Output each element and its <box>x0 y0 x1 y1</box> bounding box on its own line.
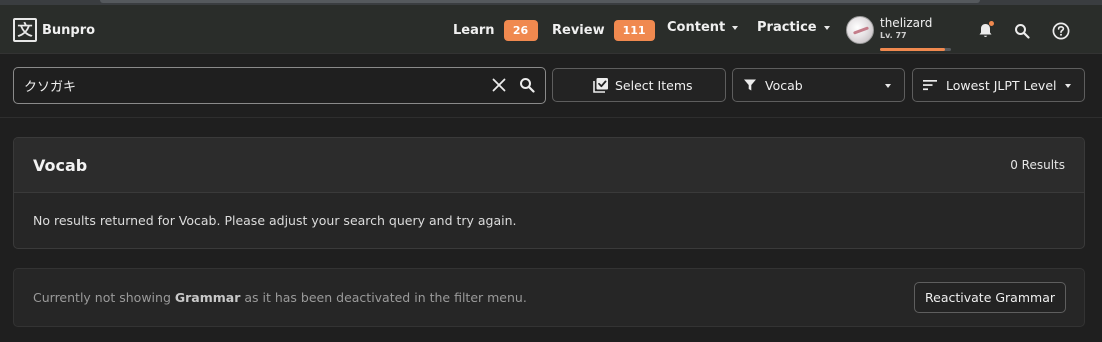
global-search-button[interactable] <box>1012 21 1032 41</box>
empty-results-message: No results returned for Vocab. Please ad… <box>33 213 517 228</box>
sort-icon <box>923 80 937 91</box>
nav-content-dropdown[interactable]: Content <box>667 20 739 35</box>
help-button[interactable] <box>1051 21 1071 41</box>
nav-learn[interactable]: Learn 26 <box>453 20 538 41</box>
type-filter-label: Vocab <box>765 77 803 93</box>
search-input[interactable] <box>24 78 464 93</box>
username: thelizard <box>880 16 933 30</box>
xp-progress-bar <box>880 48 951 51</box>
notifications-button[interactable] <box>975 21 995 41</box>
filter-icon <box>744 79 756 91</box>
user-info: thelizard Lv. 77 <box>880 16 932 41</box>
user-level: Lv. 77 <box>880 31 907 40</box>
app-logo[interactable]: 文 Bunpro <box>13 18 95 42</box>
search-field[interactable] <box>13 67 546 104</box>
chevron-down-icon <box>732 25 739 30</box>
notification-dot <box>989 21 994 26</box>
chevron-down-icon <box>823 25 830 30</box>
search-submit-button[interactable] <box>519 77 535 97</box>
chevron-down-icon <box>1065 84 1071 88</box>
reactivate-grammar-button[interactable]: Reactivate Grammar <box>914 282 1066 313</box>
sort-label: Lowest JLPT Level <box>946 77 1057 93</box>
notice-suffix: as it has been deactivated in the filter… <box>244 290 527 305</box>
user-menu[interactable]: thelizard Lv. 77 <box>846 16 951 51</box>
help-circle-icon <box>1052 22 1070 40</box>
xp-progress-fill <box>880 48 946 51</box>
chevron-down-icon <box>885 84 891 88</box>
nav-learn-label: Learn <box>453 23 495 38</box>
review-count-badge: 111 <box>613 20 655 41</box>
avatar <box>846 16 874 44</box>
clear-search-button[interactable] <box>491 77 507 97</box>
sort-dropdown[interactable]: Lowest JLPT Level <box>912 68 1085 102</box>
select-items-button[interactable]: Select Items <box>552 68 726 102</box>
nav-content-label: Content <box>667 20 726 35</box>
toolbar-divider <box>0 117 1102 118</box>
nav-practice-dropdown[interactable]: Practice <box>757 20 830 35</box>
deactivated-category-notice: Currently not showing Grammar as it has … <box>13 268 1085 327</box>
checklist-icon <box>593 78 608 93</box>
notice-category: Grammar <box>174 290 241 305</box>
search-icon <box>520 78 535 93</box>
top-navbar: 文 Bunpro Learn 26 Review 111 Content Pra… <box>0 5 1102 54</box>
nav-review[interactable]: Review 111 <box>552 20 655 41</box>
nav-practice-label: Practice <box>757 20 817 35</box>
search-icon <box>1015 24 1030 39</box>
bunpro-logo-icon: 文 <box>13 18 37 42</box>
learn-count-badge: 26 <box>503 20 538 41</box>
vocab-results-card: Vocab 0 Results No results returned for … <box>13 137 1085 249</box>
app-name: Bunpro <box>42 22 96 38</box>
close-icon <box>492 78 506 92</box>
notice-prefix: Currently not showing <box>33 290 171 305</box>
select-items-label: Select Items <box>615 77 693 93</box>
reactivate-grammar-label: Reactivate Grammar <box>925 290 1055 305</box>
browser-tab-strip <box>100 0 980 3</box>
nav-review-label: Review <box>552 23 605 38</box>
results-card-title: Vocab <box>33 155 88 175</box>
type-filter-dropdown[interactable]: Vocab <box>732 68 905 102</box>
results-card-header: Vocab 0 Results <box>14 138 1084 193</box>
results-count: 0 Results <box>1010 158 1065 172</box>
notice-text: Currently not showing Grammar as it has … <box>33 290 527 305</box>
